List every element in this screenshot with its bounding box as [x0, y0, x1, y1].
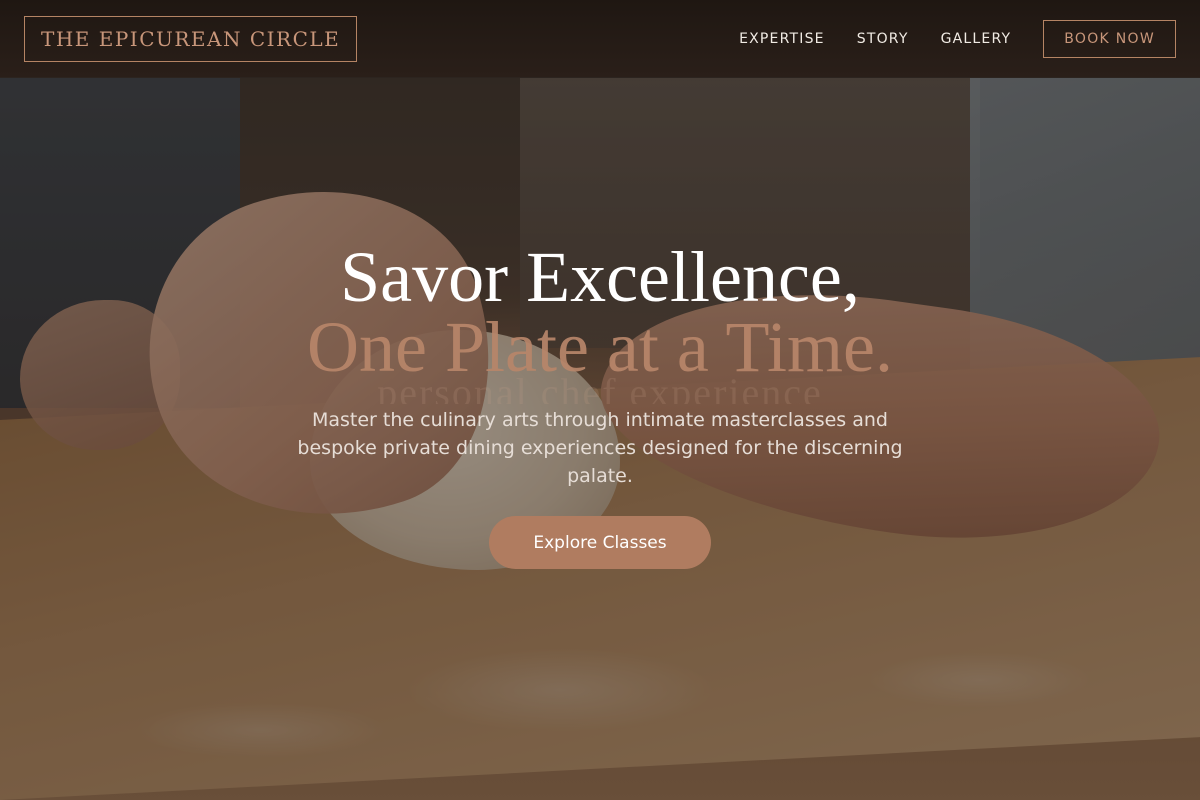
hero-content: Savor Excellence, One Plate at a Time. p…	[0, 238, 1200, 569]
hero-subtext: Master the culinary arts through intimat…	[297, 409, 903, 487]
hero-headline-line1: Savor Excellence,	[340, 237, 860, 317]
site-header: THE EPICUREAN CIRCLE EXPERTISE STORY GAL…	[0, 0, 1200, 78]
nav-link-expertise[interactable]: EXPERTISE	[739, 31, 825, 47]
hero-headline-line2: One Plate at a Time.	[307, 307, 893, 387]
explore-classes-button[interactable]: Explore Classes	[489, 516, 711, 569]
brand-logo[interactable]: THE EPICUREAN CIRCLE	[24, 15, 358, 62]
nav-link-gallery[interactable]: GALLERY	[941, 31, 1012, 47]
book-now-button[interactable]: BOOK NOW	[1043, 19, 1176, 58]
main-nav: EXPERTISE STORY GALLERY BOOK NOW	[739, 19, 1176, 58]
nav-link-story[interactable]: STORY	[857, 31, 909, 47]
